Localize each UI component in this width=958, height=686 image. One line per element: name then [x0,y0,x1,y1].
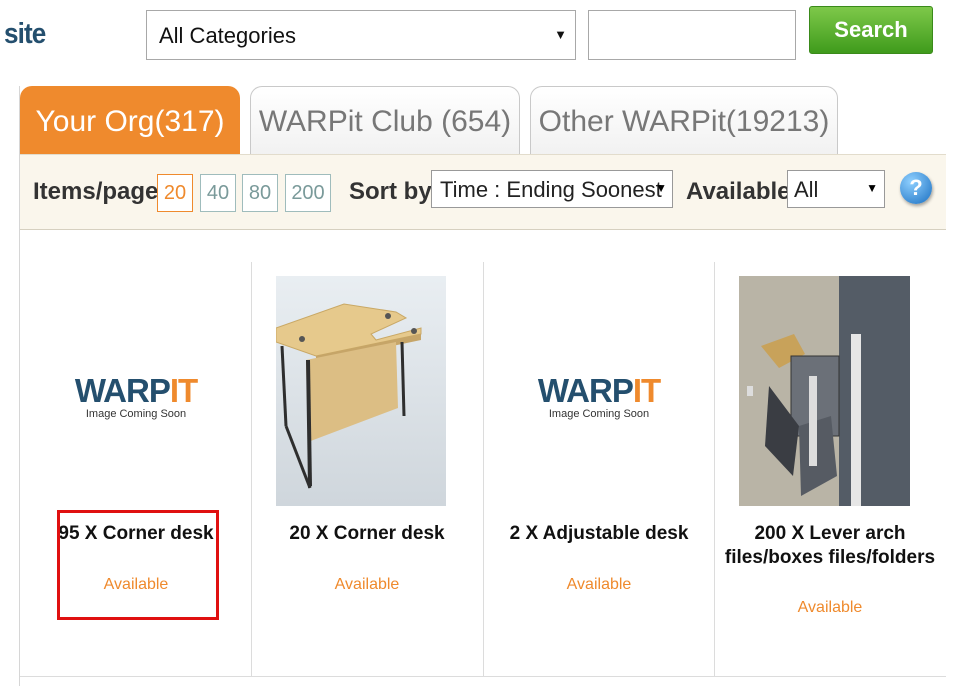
item-image-placeholder[interactable]: WARPIT Image Coming Soon [36,372,236,452]
item-status: Available [797,599,863,616]
available-select[interactable]: All ▼ [787,170,885,208]
item-title-line: files/boxes files/folders [724,547,936,568]
item-image-placeholder[interactable]: WARPIT Image Coming Soon [499,372,699,452]
item-title-line: 200 X Lever arch [754,523,906,544]
available-label: Available [686,178,791,205]
grid-bottom-border [20,676,946,677]
page-size-20-button[interactable]: 20 [157,174,193,212]
sort-select[interactable]: Time : Ending Soonest ▼ [431,170,673,208]
tab-other-warpit[interactable]: Other WARPit(19213) [530,86,838,156]
warpit-logo: WARPIT [537,372,661,409]
tab-your-org[interactable]: Your Org(317) [20,86,240,156]
corner-desk-photo[interactable] [275,276,446,506]
image-coming-soon-caption: Image Coming Soon [85,408,187,420]
dropdown-arrow-icon: ▼ [866,181,878,195]
help-icon[interactable]: ? [900,172,932,204]
page-size-80-button[interactable]: 80 [242,174,278,212]
dropdown-arrow-icon: ▼ [554,27,567,42]
grid-divider [251,262,252,676]
lever-arch-files-photo[interactable] [739,276,910,506]
items-per-page-label: Items/page [33,178,159,205]
category-select[interactable]: All Categories ▼ [146,10,576,60]
category-select-value: All Categories [159,23,296,48]
page-size-200-button[interactable]: 200 [285,174,331,212]
available-select-value: All [794,177,819,202]
item-status: Available [334,576,400,593]
tab-warpit-club[interactable]: WARPit Club (654) [250,86,520,156]
page-size-40-button[interactable]: 40 [200,174,236,212]
highlight-box [57,510,219,620]
image-coming-soon-caption: Image Coming Soon [548,408,650,420]
item-title-link[interactable]: 20 X Corner desk [251,522,483,546]
grid-divider [483,262,484,676]
sort-select-value: Time : Ending Soonest [440,177,662,202]
item-title-link[interactable]: 200 X Lever arch files/boxes files/folde… [714,522,946,570]
site-logo-text: site [4,18,46,50]
item-title-link[interactable]: 2 X Adjustable desk [483,522,715,546]
search-input[interactable] [588,10,796,60]
sort-by-label: Sort by [349,178,432,205]
warpit-logo: WARPIT [74,372,198,409]
dropdown-arrow-icon: ▼ [655,181,667,195]
item-status: Available [566,576,632,593]
search-button[interactable]: Search [809,6,933,54]
